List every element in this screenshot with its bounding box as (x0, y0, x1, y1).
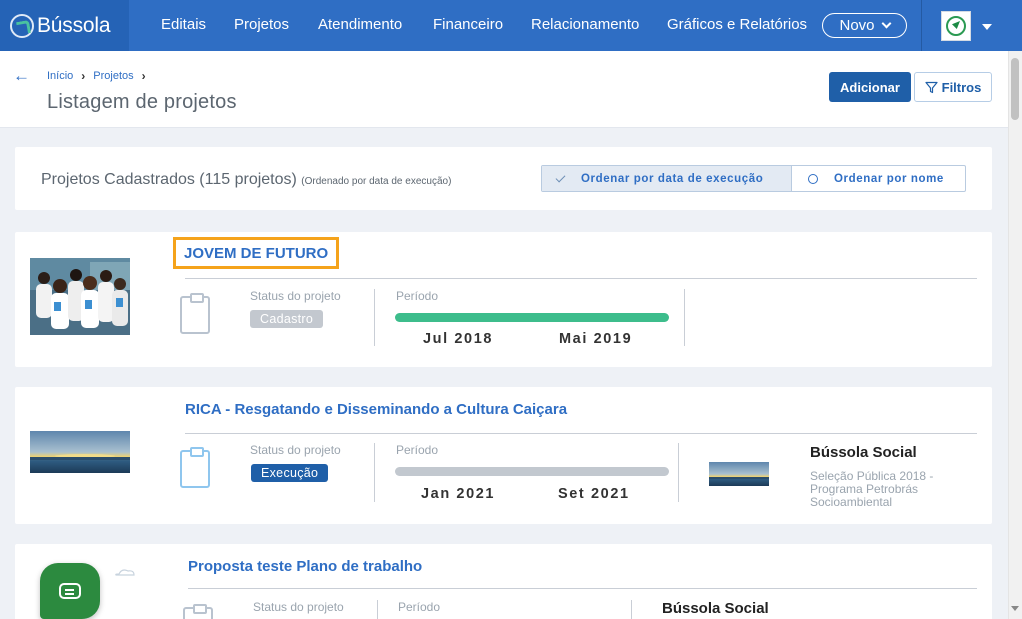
project-title[interactable]: JOVEM DE FUTURO (173, 237, 340, 269)
nav-item-financeiro[interactable]: Financeiro (433, 16, 503, 33)
column-divider (374, 289, 375, 346)
nav-item-editais[interactable]: Editais (161, 16, 206, 33)
status-badge: Cadastro (250, 310, 324, 328)
breadcrumb-separator-icon: › (141, 69, 146, 83)
status-label: Status do projeto (250, 443, 341, 457)
status-label: Status do projeto (250, 289, 341, 303)
nav-item-relacionamento[interactable]: Relacionamento (531, 16, 639, 33)
funnel-icon (925, 81, 938, 93)
column-divider (377, 600, 378, 619)
listing-count: Projetos Cadastrados (115 projetos) (41, 171, 297, 188)
status-badge: Execução (251, 464, 329, 482)
brand-name: Bússola (37, 13, 111, 37)
chevron-down-icon (881, 18, 891, 29)
organization-name: Bússola Social (662, 600, 769, 617)
clipboard-icon (183, 604, 213, 619)
organization-thumbnail-image (709, 462, 769, 486)
period-start-date: Jul 2018 (423, 331, 494, 347)
project-card: RICA - Resgatando e Disseminando a Cultu… (15, 387, 992, 524)
period-end-date: Mai 2019 (559, 331, 633, 347)
scrollbar-track[interactable] (1008, 51, 1022, 619)
listing-order-note: (Ordenado por data de execução) (301, 176, 452, 187)
scroll-down-arrow-icon[interactable] (1011, 606, 1019, 611)
filter-label: Filtros (941, 79, 982, 95)
project-thumbnail-image[interactable] (30, 258, 130, 335)
project-card: Proposta teste Plano de trabalho Status … (15, 544, 992, 619)
period-label: Período (396, 443, 439, 457)
period-label: Período (396, 289, 439, 303)
column-divider (374, 443, 375, 502)
period-start-date: Jan 2021 (421, 486, 496, 502)
sort-by-name-option[interactable]: Ordenar por nome (792, 166, 965, 191)
add-button[interactable]: Adicionar (829, 72, 911, 102)
column-divider (678, 443, 679, 502)
title-divider (188, 588, 977, 589)
listing-heading: Projetos Cadastrados (115 projetos) (Ord… (41, 171, 451, 189)
sort-by-date-label: Ordenar por data de execução (581, 172, 764, 185)
page-title: Listagem de projetos (47, 91, 237, 113)
nav-item-graficos-relatorios[interactable]: Gráficos e Relatórios (667, 16, 807, 33)
caret-down-icon[interactable] (982, 24, 992, 30)
filter-button[interactable]: Filtros (914, 72, 992, 102)
top-navbar: Bússola Editais Projetos Atendimento Fin… (0, 0, 1022, 51)
status-label: Status do projeto (253, 600, 344, 614)
nav-item-projetos[interactable]: Projetos (234, 16, 289, 33)
period-label: Período (398, 600, 441, 614)
page-header: ← Início › Projetos › Listagem de projet… (0, 51, 1008, 128)
column-divider (631, 600, 632, 619)
title-divider (185, 433, 977, 434)
novo-label: Novo (839, 17, 875, 34)
brand-logo-area[interactable]: Bússola (0, 0, 129, 51)
sort-by-name-label: Ordenar por nome (834, 172, 944, 185)
breadcrumb-separator-icon: › (81, 69, 86, 83)
clipboard-icon (180, 293, 210, 334)
breadcrumb-projetos[interactable]: Projetos (93, 70, 133, 82)
sort-by-date-option[interactable]: Ordenar por data de execução (542, 166, 792, 191)
user-avatar[interactable] (941, 11, 971, 41)
period-end-date: Set 2021 (558, 486, 630, 502)
project-thumbnail-image[interactable] (30, 431, 130, 473)
breadcrumb-inicio[interactable]: Início (47, 70, 73, 82)
back-arrow-icon[interactable]: ← (13, 66, 30, 86)
column-divider (684, 289, 685, 346)
period-progress-bar (395, 313, 669, 322)
clipboard-icon (180, 447, 210, 488)
breadcrumb: Início › Projetos › (47, 69, 146, 83)
chat-bubble-icon (59, 583, 81, 599)
organization-name: Bússola Social (810, 444, 917, 461)
compass-icon (10, 13, 34, 38)
period-progress-bar (395, 467, 669, 476)
title-divider (185, 278, 977, 279)
organization-description: Seleção Pública 2018 - Programa Petrobrá… (810, 469, 934, 509)
scrollbar-thumb[interactable] (1011, 58, 1019, 120)
radio-circle-icon (808, 173, 818, 184)
novo-dropdown-button[interactable]: Novo (822, 13, 907, 38)
sort-toggle-group: Ordenar por data de execução Ordenar por… (541, 165, 966, 192)
compass-avatar-icon (946, 16, 966, 36)
project-title[interactable]: Proposta teste Plano de trabalho (188, 558, 422, 575)
listing-header-panel: Projetos Cadastrados (115 projetos) (Ord… (15, 147, 992, 210)
project-title[interactable]: RICA - Resgatando e Disseminando a Cultu… (185, 401, 567, 418)
check-icon (555, 172, 566, 182)
project-card: JOVEM DE FUTURO Status do projeto Cadast… (15, 232, 992, 367)
nav-item-atendimento[interactable]: Atendimento (318, 16, 402, 33)
nav-divider (921, 0, 922, 51)
chat-launcher-button[interactable] (40, 563, 100, 619)
